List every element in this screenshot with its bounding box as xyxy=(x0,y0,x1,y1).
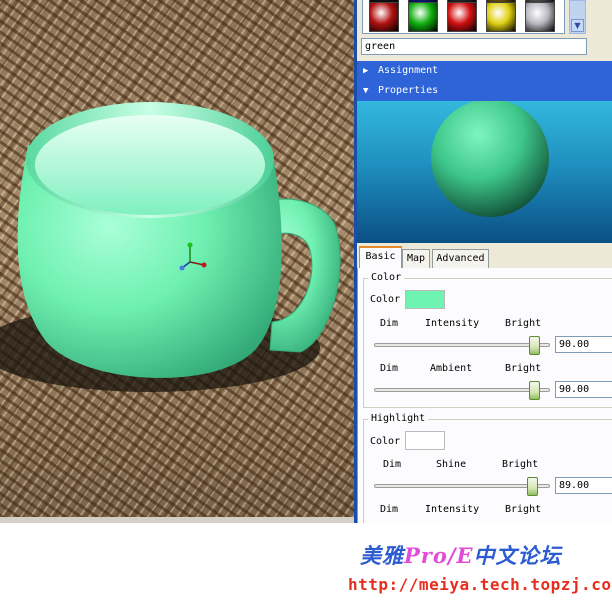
highlight-intensity-label: Intensity xyxy=(425,504,480,515)
shine-label: Shine xyxy=(436,459,467,470)
shine-slider-track[interactable] xyxy=(374,484,550,488)
brand-suffix: 中文论坛 xyxy=(473,543,562,568)
shine-bright-label: Bright xyxy=(502,459,539,470)
intensity-dim-label: Dim xyxy=(380,318,399,329)
ambient-value-field[interactable]: 90.00 xyxy=(555,381,612,398)
properties-section-header[interactable]: ▼ Properties xyxy=(357,81,612,101)
tab-map[interactable]: Map xyxy=(402,249,430,269)
tab-advanced[interactable]: Advanced xyxy=(432,249,489,269)
ambient-slider-track[interactable] xyxy=(374,388,550,392)
ambient-dim-label: Dim xyxy=(380,363,399,374)
intensity-label: Intensity xyxy=(425,318,480,329)
intensity-bright-label: Bright xyxy=(505,318,542,329)
ambient-label: Ambient xyxy=(430,363,473,374)
preview-sphere xyxy=(431,101,549,217)
watermark-footer: 美雅Pro/E中文论坛 http://meiya.tech.topzj.com xyxy=(0,523,612,603)
shine-slider-thumb[interactable] xyxy=(526,477,538,496)
material-name-field[interactable]: green xyxy=(361,38,587,55)
yellow-sphere-swatch[interactable] xyxy=(486,2,516,32)
bright-red-sphere-swatch[interactable] xyxy=(447,2,477,32)
intensity-slider-track[interactable] xyxy=(374,343,550,347)
brand-prefix: 美雅 xyxy=(360,543,404,568)
cup-model[interactable] xyxy=(0,0,354,517)
highlight-intensity-dim-label: Dim xyxy=(380,504,399,515)
highlight-color-swatch-button[interactable] xyxy=(405,431,445,450)
assignment-label: Assignment xyxy=(378,65,439,76)
assignment-section-header[interactable]: ▶ Assignment xyxy=(357,61,612,81)
basic-tab-content: Color Color Dim Intensity Bright 90.00 D… xyxy=(357,268,612,523)
shine-value-field[interactable]: 89.00 xyxy=(555,477,612,494)
3d-viewport[interactable] xyxy=(0,0,354,517)
color-label: Color xyxy=(370,294,401,305)
color-group-legend: Color xyxy=(368,272,405,284)
highlight-intensity-bright-label: Bright xyxy=(505,504,542,515)
intensity-value-field[interactable]: 90.00 xyxy=(555,336,612,353)
intensity-slider-thumb[interactable] xyxy=(528,336,540,355)
collapse-arrow-icon: ▼ xyxy=(363,86,369,96)
shine-dim-label: Dim xyxy=(383,459,402,470)
forum-url: http://meiya.tech.topzj.com xyxy=(348,575,612,594)
swatch-scrollbar[interactable]: ▼ xyxy=(569,0,586,34)
green-sphere-swatch[interactable] xyxy=(408,2,438,32)
marble-sphere-swatch[interactable] xyxy=(525,2,555,32)
brand-accent: Pro/E xyxy=(404,543,474,568)
material-swatch-grid xyxy=(362,0,565,34)
material-preview xyxy=(357,101,612,243)
scroll-down-icon[interactable]: ▼ xyxy=(571,19,584,32)
highlight-group-legend: Highlight xyxy=(368,413,429,425)
color-swatch-button[interactable] xyxy=(405,290,445,309)
ambient-bright-label: Bright xyxy=(505,363,542,374)
red-sphere-swatch[interactable] xyxy=(369,2,399,32)
expand-arrow-icon: ▶ xyxy=(363,66,369,76)
highlight-group xyxy=(363,419,612,523)
tab-basic[interactable]: Basic xyxy=(359,246,402,270)
highlight-color-label: Color xyxy=(370,436,401,447)
forum-brand: 美雅Pro/E中文论坛 xyxy=(360,540,562,570)
ambient-slider-thumb[interactable] xyxy=(528,381,540,400)
property-tabs: Basic Map Advanced xyxy=(357,245,612,270)
cup-inside xyxy=(35,115,265,215)
properties-label: Properties xyxy=(378,85,439,96)
appearance-editor-panel: ▼ green ▶ Assignment ▼ Properties Basic … xyxy=(357,0,612,523)
